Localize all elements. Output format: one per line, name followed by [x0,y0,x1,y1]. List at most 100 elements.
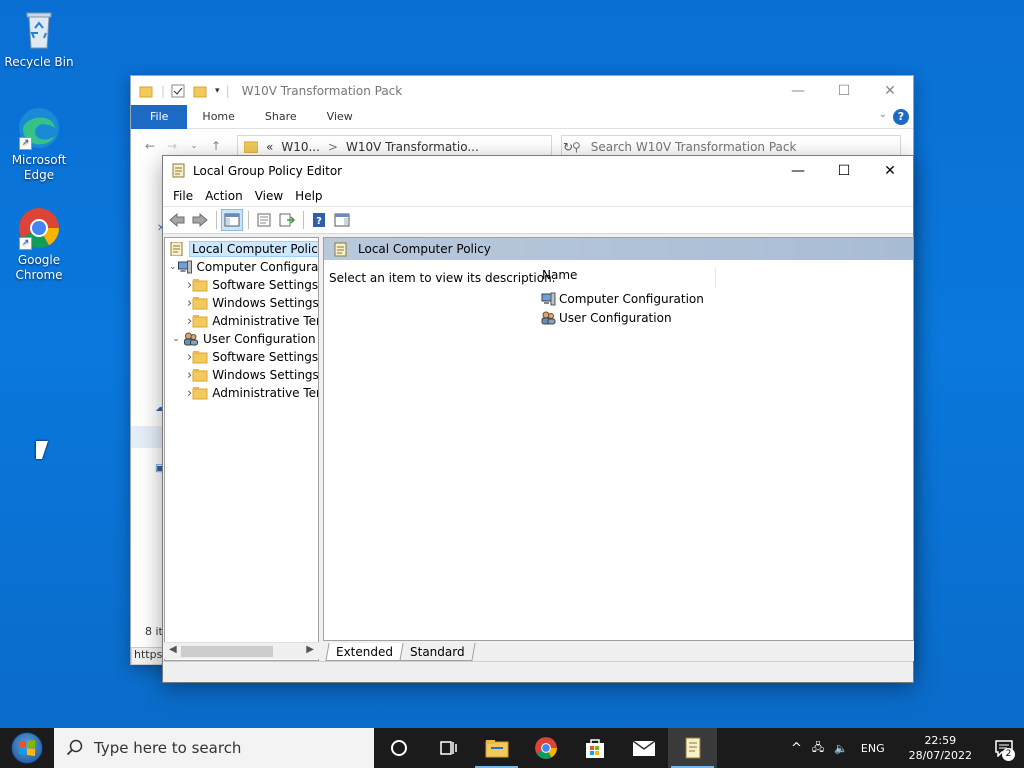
group-policy-editor-window[interactable]: Local Group Policy Editor — ☐ ✕ File Act… [162,155,914,683]
tab-extended-label: Extended [336,644,394,659]
explorer-title: W10V Transformation Pack [241,83,403,98]
taskbar-store[interactable] [570,728,619,768]
desktop-icon-recycle-bin[interactable]: Recycle Bin [0,8,78,70]
taskbar-search-input[interactable]: Type here to search [54,728,374,768]
show-action-pane-button[interactable] [331,209,353,231]
network-icon[interactable]: 🖧 [807,739,829,758]
windows-logo-icon [11,732,43,764]
tree-item[interactable]: ⌄ User Configuration [165,330,318,348]
taskbar-file-explorer[interactable] [472,728,521,768]
tree-item[interactable]: ›Administrative Templates [165,312,318,330]
console-tree-icon [224,213,240,227]
console-tree: Local Computer Policy ⌄ Computer Configura… [164,237,319,661]
clock[interactable]: 22:59 28/07/2022 [897,733,984,763]
scroll-left-icon[interactable]: ◀ [169,644,177,655]
policy-icon [685,737,700,759]
column-header-name[interactable]: Name [541,268,716,288]
tree-item[interactable]: › Windows Settings [165,294,318,312]
tree-item[interactable]: › Windows Settings [165,366,318,384]
up-arrow-icon[interactable]: ↑ [205,139,227,153]
ribbon-tab-home[interactable]: Home [187,105,249,129]
collapse-chevron-icon[interactable]: ⌄ [169,334,183,344]
scrollbar-thumb[interactable] [181,646,273,657]
desktop-icon-chrome[interactable]: ↗ Google Chrome [0,206,78,283]
help-icon: ? [313,213,325,227]
computer-icon [177,260,193,274]
list-item-computer-configuration[interactable]: Computer Configuration [541,290,704,308]
collapse-chevron-icon[interactable]: ⌄ [169,262,177,272]
tree-item[interactable]: ⌄ Computer Configuration [165,258,318,276]
explorer-ribbon: File Home Share View ⌄ ? [131,104,913,129]
details-pane: Local Computer Policy Select an item to … [323,237,914,641]
taskbar-mail[interactable] [619,728,668,768]
forward-arrow-icon[interactable]: → [161,139,183,153]
users-icon [183,332,199,346]
expand-ribbon-icon[interactable]: ⌄ [879,109,887,120]
action-center-button[interactable]: 2 [984,728,1024,768]
taskbar-group-policy-editor[interactable] [668,728,717,768]
new-folder-icon[interactable] [193,84,207,98]
minimize-button[interactable]: — [775,76,821,105]
minimize-button[interactable]: — [775,156,821,185]
help-icon[interactable]: ? [893,109,909,125]
folder-icon [139,86,153,97]
forward-button[interactable] [189,209,211,231]
volume-muted-icon[interactable]: 🔈 [829,742,853,755]
show-hidden-icons-icon[interactable]: ^ [786,741,807,756]
tree-item-label: Software Settings [212,350,319,364]
tree-item-label: Computer Configuration [196,260,319,274]
ribbon-tab-view[interactable]: View [312,105,368,129]
scroll-right-icon[interactable]: ▶ [306,644,314,655]
computer-icon [541,292,556,306]
show-hide-console-tree-button[interactable] [221,209,243,231]
action-pane-icon [334,213,350,227]
tree-horizontal-scrollbar[interactable]: ◀ ▶ [164,642,319,659]
quick-access-dropdown-icon[interactable]: ▾ [215,86,220,96]
tree-item[interactable]: › Software Settings [165,348,318,366]
path-overflow[interactable]: « [266,140,273,154]
list-item-user-configuration[interactable]: User Configuration [541,309,672,327]
tab-standard[interactable]: Standard [399,643,476,661]
menu-help[interactable]: Help [289,189,328,203]
start-button[interactable] [0,728,54,768]
export-list-button[interactable] [276,209,298,231]
path-segment[interactable]: W10... [281,140,320,154]
tab-extended[interactable]: Extended [325,643,404,661]
maximize-button[interactable]: ☐ [821,76,867,105]
taskbar-chrome[interactable] [521,728,570,768]
taskbar: Type here to search ^ 🖧 🔈 ENG 22:59 28/0… [0,728,1024,768]
folder-icon [192,314,208,328]
gpedit-titlebar[interactable]: Local Group Policy Editor — ☐ ✕ [163,156,913,185]
back-arrow-icon[interactable]: ← [139,139,161,153]
desktop-icon-edge[interactable]: ↗ Microsoft Edge [0,106,78,183]
mouse-cursor-icon [36,441,48,459]
maximize-button[interactable]: ☐ [821,156,867,185]
tree-item[interactable]: Local Computer Policy [165,240,318,258]
tree-item[interactable]: › Software Settings [165,276,318,294]
task-view-button[interactable] [423,728,472,768]
close-button[interactable]: ✕ [867,156,913,185]
tree-item[interactable]: ›Administrative Templates [165,384,318,402]
cortana-button[interactable] [374,728,423,768]
input-language[interactable]: ENG [853,742,897,755]
path-segment[interactable]: W10V Transformatio... [346,140,479,154]
this-pc-item[interactable] [131,426,163,448]
tree-item-label: Windows Settings [212,296,319,310]
help-button[interactable]: ? [308,209,330,231]
view-tabs: Extended Standard [323,641,914,661]
ribbon-tab-share[interactable]: Share [250,105,312,129]
back-button[interactable] [166,209,188,231]
folder-icon [192,350,208,364]
close-button[interactable]: ✕ [867,76,913,105]
menu-view[interactable]: View [249,189,289,203]
properties-icon [257,213,271,227]
explorer-titlebar[interactable]: | ▾ | W10V Transformation Pack — ☐ ✕ [131,76,913,105]
properties-icon[interactable] [171,84,185,98]
users-icon [541,311,556,325]
properties-button[interactable] [253,209,275,231]
menu-file[interactable]: File [167,189,199,203]
recent-dropdown-icon[interactable]: ⌄ [183,141,205,151]
menu-action[interactable]: Action [199,189,249,203]
search-icon [66,739,83,756]
ribbon-tab-file[interactable]: File [131,104,188,129]
